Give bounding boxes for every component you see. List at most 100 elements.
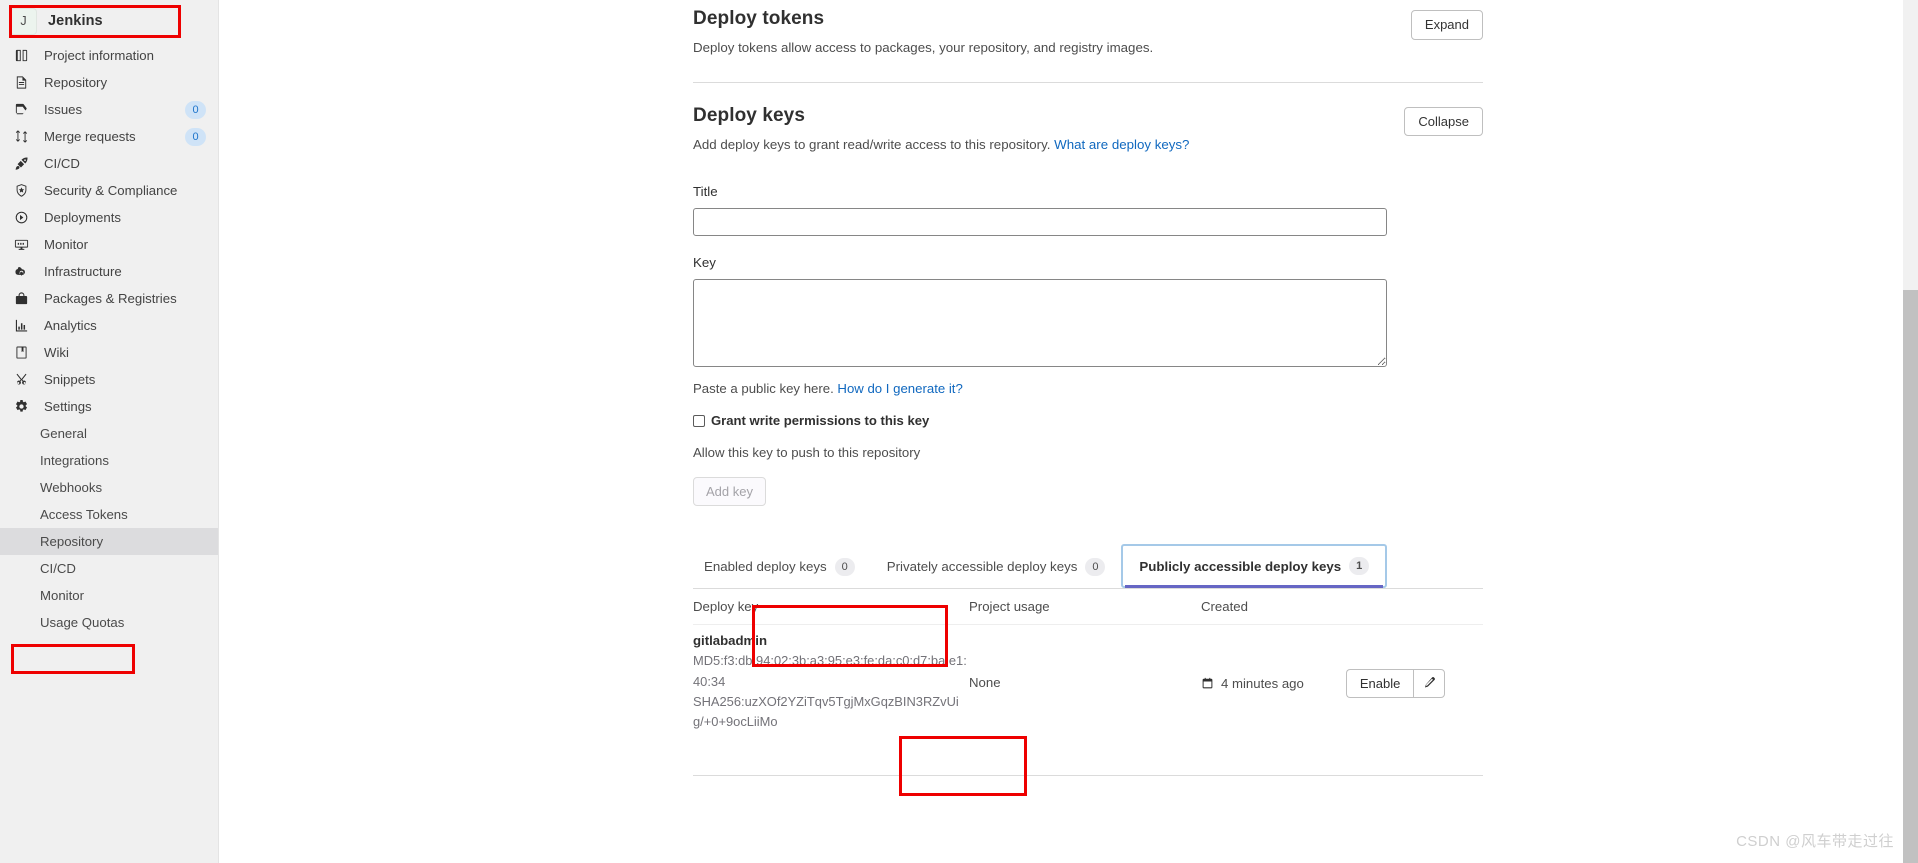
enable-deploy-key-button[interactable]: Enable [1345,668,1414,698]
sidebar-item-label: Monitor [44,237,88,252]
deploy-keys-title: Deploy keys [693,104,805,126]
sidebar-item-project-information[interactable]: Project information [0,42,218,69]
repository-icon [13,74,30,91]
calendar-icon [1201,677,1214,690]
sidebar-item-packages-registries[interactable]: Packages & Registries [0,285,218,312]
merge-requests-icon [13,128,30,145]
write-permissions-help-text: Allow this key to push to this repositor… [693,445,921,461]
deploy-key-title-input[interactable] [693,208,1387,237]
deploy-keys-section: Deploy keys Add deploy keys to grant rea… [693,83,1483,776]
deploy-keys-header: Deploy keys Add deploy keys to grant rea… [693,105,1483,155]
sidebar-badge-issues: 0 [185,100,206,119]
sidebar-subitem-repository[interactable]: Repository [0,528,218,555]
key-hint-text: Paste a public key here. [693,381,834,397]
sidebar-subitem-label: Access Tokens [40,507,128,522]
sidebar-item-label: Security & Compliance [44,183,178,198]
sidebar-subitem-access-tokens[interactable]: Access Tokens [0,501,218,528]
monitor-icon [13,236,30,253]
key-hint: Paste a public key here. How do I genera… [693,381,1483,396]
sidebar-item-label: Issues [44,102,83,117]
sidebar-subitem-integrations[interactable]: Integrations [0,447,218,474]
deploy-keys-tabs: Enabled deploy keys 0 Privately accessib… [693,544,1483,590]
sidebar-nav-list: Project information Repository Issues 0 [0,42,218,420]
deploy-tokens-header: Deploy tokens Deploy tokens allow access… [693,8,1483,58]
grant-write-permissions-label: Grant write permissions to this key [711,413,930,429]
project-usage-value: None [969,675,1001,690]
sidebar-item-deployments[interactable]: Deployments [0,204,218,231]
pencil-icon[interactable] [1413,668,1446,698]
created-value: 4 minutes ago [1221,675,1304,691]
shield-icon [13,182,30,199]
sidebar-item-label: CI/CD [44,156,80,171]
sidebar-item-issues[interactable]: Issues 0 [0,96,218,123]
sidebar-item-label: Deployments [44,210,121,225]
add-key-button[interactable]: Add key [693,477,766,507]
sidebar-item-snippets[interactable]: Snippets [0,366,218,393]
project-information-icon [13,47,30,64]
deploy-keys-table: Deploy key Project usage Created gitlaba… [693,589,1483,733]
watermark: CSDN @风车带走过往 [1736,833,1894,850]
sidebar-subitem-ci-cd[interactable]: CI/CD [0,555,218,582]
sidebar-item-security-compliance[interactable]: Security & Compliance [0,177,218,204]
tab-count: 0 [834,557,855,576]
deploy-keys-description: Add deploy keys to grant read/write acce… [693,136,1189,155]
sidebar-subitem-label: Webhooks [40,480,103,495]
sidebar-item-settings[interactable]: Settings [0,393,218,420]
sidebar-subitem-label: Integrations [40,453,109,468]
sidebar-subitem-webhooks[interactable]: Webhooks [0,474,218,501]
project-sidebar: J Jenkins Project information Repository [0,0,219,863]
title-field-label: Title [693,184,718,200]
sidebar-item-analytics[interactable]: Analytics [0,312,218,339]
deploy-tokens-expand-button[interactable]: Expand [1410,10,1483,40]
project-name: Jenkins [48,13,103,29]
gitlab-repository-settings-page: J Jenkins Project information Repository [0,0,1918,863]
deploy-key-key-textarea[interactable] [693,279,1387,368]
project-usage-cell: None [969,674,1201,692]
deploy-key-fingerprint-md5: MD5:f3:db:94:02:3b:a3:95:e3:fe:da:c0:d7:… [693,653,967,689]
sidebar-item-label: Infrastructure [44,264,122,279]
settings-content: Deploy tokens Deploy tokens allow access… [693,0,1483,776]
tab-label: Enabled deploy keys [704,559,827,575]
sidebar-item-label: Analytics [44,318,97,333]
grant-write-permissions-checkbox[interactable] [693,414,705,427]
analytics-icon [13,317,30,334]
sidebar-item-merge-requests[interactable]: Merge requests 0 [0,123,218,150]
sidebar-item-infrastructure[interactable]: Infrastructure [0,258,218,285]
tab-label: Publicly accessible deploy keys [1139,558,1342,574]
page-scrollbar-thumb[interactable] [1903,290,1918,863]
sidebar-subitem-monitor[interactable]: Monitor [0,582,218,609]
sidebar-subitem-label: Repository [40,534,104,549]
grant-write-permissions-row[interactable]: Grant write permissions to this key [693,413,1483,428]
tab-publicly-accessible-deploy-keys[interactable]: Publicly accessible deploy keys 1 [1121,544,1388,589]
sidebar-subitem-usage-quotas[interactable]: Usage Quotas [0,609,218,636]
key-field-label: Key [693,255,716,271]
sidebar-item-ci-cd[interactable]: CI/CD [0,150,218,177]
column-header-created: Created [1201,599,1248,615]
sidebar-subitem-label: Usage Quotas [40,615,125,630]
project-header[interactable]: J Jenkins [0,0,218,42]
deploy-key-fingerprint-sha256: SHA256:uzXOf2YZiTqv5TgjMxGqzBIN3RZvUig/+… [693,694,959,730]
issues-icon [13,101,30,118]
sidebar-item-label: Packages & Registries [44,291,177,306]
sidebar-subitem-label: CI/CD [40,561,76,576]
settings-subnav: General Integrations Webhooks Access Tok… [0,420,218,636]
column-header-deploy-key: Deploy key [693,599,759,615]
sidebar-subitem-label: General [40,426,87,441]
tab-count: 0 [1085,557,1106,576]
deploy-tokens-title: Deploy tokens [693,8,825,29]
rocket-icon [13,155,30,172]
tab-privately-accessible-deploy-keys[interactable]: Privately accessible deploy keys 0 [871,545,1122,588]
sidebar-item-label: Repository [44,75,108,90]
what-are-deploy-keys-link[interactable]: What are deploy keys? [1054,137,1189,152]
deploy-keys-collapse-button[interactable]: Collapse [1404,106,1483,137]
sidebar-item-repository[interactable]: Repository [0,69,218,96]
tab-enabled-deploy-keys[interactable]: Enabled deploy keys 0 [693,545,871,588]
sidebar-badge-merge-requests: 0 [185,127,206,146]
annotation-box-repository-subitem [11,644,135,674]
sidebar-item-monitor[interactable]: Monitor [0,231,218,258]
sidebar-subitem-general[interactable]: General [0,420,218,447]
sidebar-item-wiki[interactable]: Wiki [0,339,218,366]
how-do-i-generate-it-link[interactable]: How do I generate it? [837,381,962,396]
add-deploy-key-form: Title Key Paste a public key here. How d… [693,184,1483,507]
deployments-icon [13,209,30,226]
